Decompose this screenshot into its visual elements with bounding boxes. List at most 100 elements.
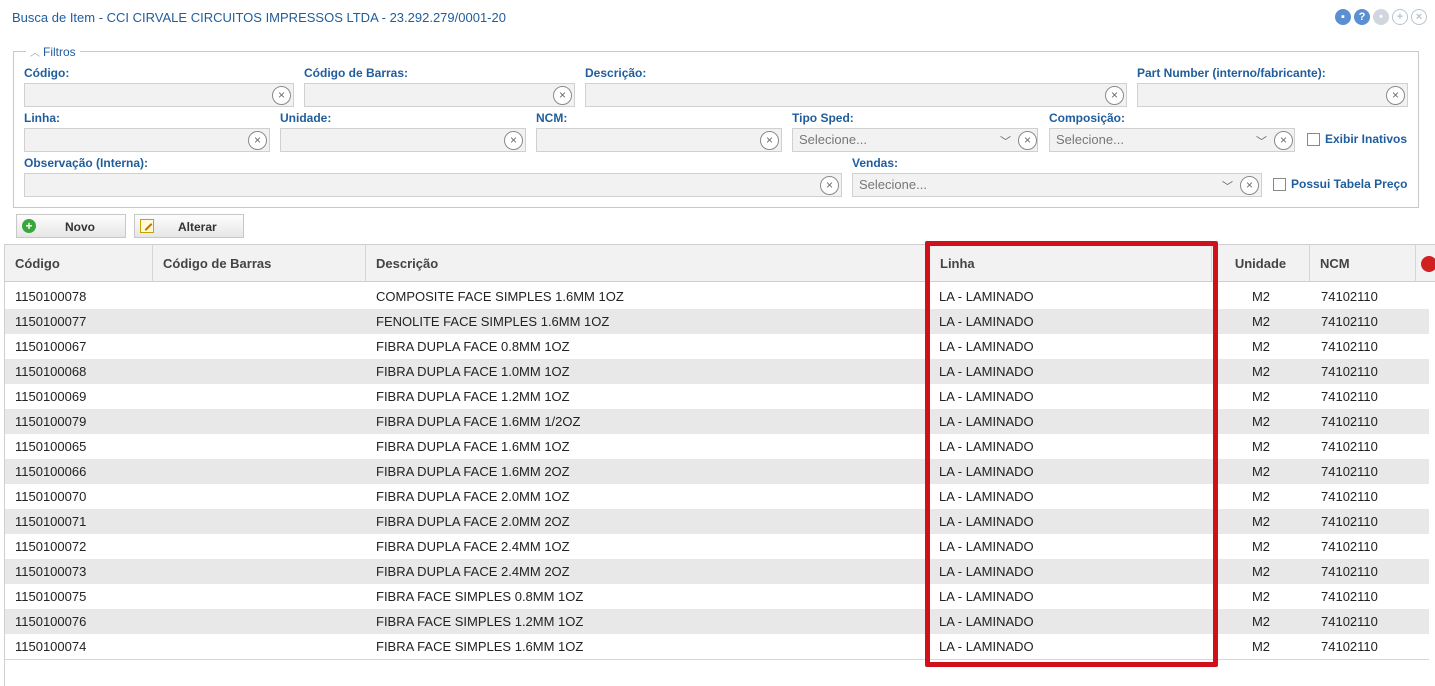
cell-ncm: 74102110 (1321, 364, 1378, 379)
part-number-label: Part Number (interno/fabricante): (1137, 66, 1326, 80)
table-row[interactable]: 1150100069 FIBRA DUPLA FACE 1.2MM 1OZ LA -… (5, 384, 1429, 409)
exibir-inativos-checkbox[interactable] (1307, 133, 1320, 146)
cell-unidade: M2 (1251, 339, 1271, 354)
cell-linha: LA - LAMINADO (939, 414, 1034, 429)
cell-linha: LA - LAMINADO (939, 464, 1034, 479)
tipo-sped-label: Tipo Sped: (792, 111, 854, 125)
chevron-down-icon[interactable]: ﹀ (1000, 133, 1011, 149)
part-number-field[interactable] (1137, 83, 1408, 107)
cell-ncm: 74102110 (1321, 414, 1378, 429)
cell-linha: LA - LAMINADO (939, 614, 1034, 629)
filters-legend[interactable]: ︿ Filtros (26, 44, 80, 59)
observacao-field[interactable] (24, 173, 842, 197)
grid-divider (5, 659, 1429, 660)
column-header-linha[interactable]: Linha (930, 245, 1212, 282)
codigo-field[interactable] (24, 83, 294, 107)
window-controls: ▪ ? • + × (1335, 9, 1427, 25)
unidade-field[interactable] (280, 128, 526, 152)
table-row[interactable]: 1150100074 FIBRA FACE SIMPLES 1.6MM 1OZ LA… (5, 634, 1429, 659)
cell-codigo: 1150100071 (15, 514, 87, 529)
table-row[interactable]: 1150100068 FIBRA DUPLA FACE 1.0MM 1OZ LA -… (5, 359, 1429, 384)
column-header-ncm[interactable]: NCM (1310, 245, 1416, 282)
cell-codigo: 1150100072 (15, 539, 87, 554)
composicao-clear-icon[interactable]: × (1274, 131, 1293, 150)
cell-unidade: M2 (1251, 464, 1271, 479)
column-header-descricao[interactable]: Descrição (366, 245, 930, 282)
codigo-barras-clear-icon[interactable]: × (553, 86, 572, 105)
codigo-clear-icon[interactable]: × (272, 86, 291, 105)
table-row[interactable]: 1150100075 FIBRA FACE SIMPLES 0.8MM 1OZ LA… (5, 584, 1429, 609)
observacao-clear-icon[interactable]: × (820, 176, 839, 195)
results-grid: Código Código de Barras Descrição Linha … (4, 244, 1435, 686)
cell-unidade: M2 (1251, 314, 1271, 329)
edit-icon (140, 219, 154, 233)
part-number-clear-icon[interactable]: × (1386, 86, 1405, 105)
chevron-down-icon[interactable]: ﹀ (1222, 178, 1233, 194)
descricao-field[interactable] (585, 83, 1127, 107)
cell-codigo: 1150100066 (15, 464, 87, 479)
table-row[interactable]: 1150100067 FIBRA DUPLA FACE 0.8MM 1OZ LA -… (5, 334, 1429, 359)
column-header-unidade[interactable]: Unidade (1212, 245, 1310, 282)
table-row[interactable]: 1150100066 FIBRA DUPLA FACE 1.6MM 2OZ LA -… (5, 459, 1429, 484)
close-icon[interactable]: × (1411, 9, 1427, 25)
table-row[interactable]: 1150100077 FENOLITE FACE SIMPLES 1.6MM 1O… (5, 309, 1429, 334)
possui-tabela-label: Possui Tabela Preço (1291, 177, 1408, 191)
vendas-label: Vendas: (852, 156, 899, 170)
vendas-select[interactable]: Selecione... (852, 173, 1262, 197)
cell-unidade: M2 (1251, 614, 1271, 629)
linha-clear-icon[interactable]: × (248, 131, 267, 150)
table-row[interactable]: 1150100076 FIBRA FACE SIMPLES 1.2MM 1OZ LA… (5, 609, 1429, 634)
novo-button[interactable]: + Novo (16, 214, 126, 238)
codigo-barras-label: Código de Barras: (304, 66, 409, 80)
cell-linha: LA - LAMINADO (939, 289, 1034, 304)
codigo-barras-field[interactable] (304, 83, 575, 107)
novo-button-label: Novo (65, 220, 95, 234)
cell-ncm: 74102110 (1321, 389, 1378, 404)
cell-codigo: 1150100073 (15, 564, 87, 579)
alterar-button[interactable]: Alterar (134, 214, 244, 238)
vendas-clear-icon[interactable]: × (1240, 176, 1259, 195)
cell-unidade: M2 (1251, 364, 1271, 379)
cell-descricao: FIBRA FACE SIMPLES 1.6MM 1OZ (376, 639, 584, 654)
cell-codigo: 1150100076 (15, 614, 87, 629)
descricao-clear-icon[interactable]: × (1105, 86, 1124, 105)
refresh-icon[interactable]: ▪ (1335, 9, 1351, 25)
cell-linha: LA - LAMINADO (939, 589, 1034, 604)
table-row[interactable]: 1150100070 FIBRA DUPLA FACE 2.0MM 1OZ LA -… (5, 484, 1429, 509)
column-overflow-icon[interactable] (1421, 256, 1435, 272)
grid-header: Código Código de Barras Descrição Linha … (5, 244, 1435, 282)
help-icon[interactable]: ? (1354, 9, 1370, 25)
codigo-label: Código: (24, 66, 70, 80)
ncm-field[interactable] (536, 128, 782, 152)
cell-linha: LA - LAMINADO (939, 564, 1034, 579)
table-row[interactable]: 1150100073 FIBRA DUPLA FACE 2.4MM 2OZ LA -… (5, 559, 1429, 584)
cell-codigo: 1150100069 (15, 389, 87, 404)
cell-codigo: 1150100074 (15, 639, 87, 654)
unidade-clear-icon[interactable]: × (504, 131, 523, 150)
cell-linha: LA - LAMINADO (939, 539, 1034, 554)
alterar-button-label: Alterar (178, 220, 217, 234)
cell-descricao: FIBRA DUPLA FACE 2.4MM 2OZ (376, 564, 570, 579)
cell-descricao: COMPOSITE FACE SIMPLES 1.6MM 1OZ (376, 289, 624, 304)
cell-descricao: FIBRA DUPLA FACE 0.8MM 1OZ (376, 339, 570, 354)
cell-unidade: M2 (1251, 589, 1271, 604)
possui-tabela-checkbox[interactable] (1273, 178, 1286, 191)
table-row[interactable]: 1150100078 COMPOSITE FACE SIMPLES 1.6MM 1… (5, 284, 1429, 309)
cell-descricao: FIBRA DUPLA FACE 1.6MM 1OZ (376, 439, 570, 454)
table-row[interactable]: 1150100071 FIBRA DUPLA FACE 2.0MM 2OZ LA -… (5, 509, 1429, 534)
settings-icon[interactable]: • (1373, 9, 1389, 25)
table-row[interactable]: 1150100079 FIBRA DUPLA FACE 1.6MM 1/2OZ LA… (5, 409, 1429, 434)
cell-codigo: 1150100067 (15, 339, 87, 354)
table-row[interactable]: 1150100065 FIBRA DUPLA FACE 1.6MM 1OZ LA -… (5, 434, 1429, 459)
table-row[interactable]: 1150100072 FIBRA DUPLA FACE 2.4MM 1OZ LA -… (5, 534, 1429, 559)
linha-field[interactable] (24, 128, 270, 152)
chevron-down-icon[interactable]: ﹀ (1256, 133, 1267, 149)
ncm-clear-icon[interactable]: × (760, 131, 779, 150)
column-header-codigo[interactable]: Código (5, 245, 153, 282)
cell-ncm: 74102110 (1321, 639, 1378, 654)
column-header-codigo-barras[interactable]: Código de Barras (153, 245, 366, 282)
tipo-sped-clear-icon[interactable]: × (1018, 131, 1037, 150)
expand-icon[interactable]: + (1392, 9, 1408, 25)
cell-unidade: M2 (1251, 639, 1271, 654)
cell-codigo: 1150100070 (15, 489, 87, 504)
